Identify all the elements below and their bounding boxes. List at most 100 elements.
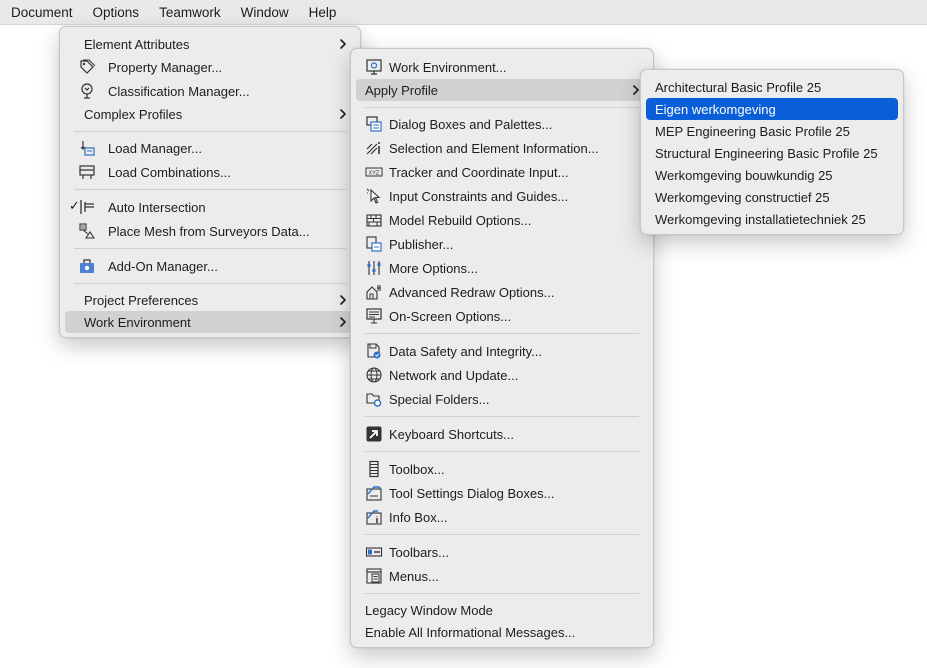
menu-item-label: Dialog Boxes and Palettes... [389, 116, 553, 132]
menu-item-label: Property Manager... [108, 59, 223, 75]
tool-settings-icon [366, 486, 382, 501]
menu-item-toolbox[interactable]: Toolbox... [356, 458, 648, 480]
menu-item-project-preferences[interactable]: Project Preferences [65, 289, 355, 311]
profile-item-label: Architectural Basic Profile 25 [655, 79, 822, 95]
menu-item-legacy-window-mode[interactable]: Legacy Window Mode [356, 599, 648, 621]
menu-item-work-environment-dialog[interactable]: Work Environment... [356, 56, 648, 78]
brick-wall-icon [366, 214, 382, 227]
chevron-right-icon [337, 294, 349, 306]
profile-item[interactable]: Werkomgeving bouwkundig 25 [646, 164, 898, 186]
menu-item-addon-manager[interactable]: Add-On Manager... [65, 255, 355, 277]
menu-item-label: Tracker and Coordinate Input... [389, 164, 569, 180]
menubar-help[interactable]: Help [299, 0, 347, 25]
menu-item-label: Auto Intersection [108, 199, 206, 215]
load-manager-icon [80, 141, 95, 156]
menu-item-more-options[interactable]: More Options... [356, 257, 648, 279]
menu-item-menus[interactable]: Menus... [356, 565, 648, 587]
menu-separator [365, 107, 639, 108]
menu-item-tracker[interactable]: XYZ Tracker and Coordinate Input... [356, 161, 648, 183]
keyboard-shortcut-icon [366, 426, 382, 442]
work-environment-submenu: Work Environment... Apply Profile Dialog… [350, 48, 654, 648]
menus-icon [366, 568, 382, 584]
menubar-document[interactable]: Document [0, 0, 83, 25]
menu-item-label: Enable All Informational Messages... [365, 624, 576, 640]
menu-item-publisher[interactable]: Publisher... [356, 233, 648, 255]
menu-item-label: Load Combinations... [108, 164, 231, 180]
menu-item-data-safety[interactable]: Data Safety and Integrity... [356, 340, 648, 362]
profile-item[interactable]: MEP Engineering Basic Profile 25 [646, 120, 898, 142]
menu-item-label: Element Attributes [84, 36, 190, 52]
profile-item-label: Werkomgeving bouwkundig 25 [655, 167, 833, 183]
menu-item-label: Input Constraints and Guides... [389, 188, 569, 204]
menu-item-keyboard-shortcuts[interactable]: Keyboard Shortcuts... [356, 423, 648, 445]
profile-item-label: Structural Engineering Basic Profile 25 [655, 145, 878, 161]
menu-item-label: Work Environment... [389, 59, 507, 75]
profile-item[interactable]: Structural Engineering Basic Profile 25 [646, 142, 898, 164]
menu-item-toolbars[interactable]: Toolbars... [356, 541, 648, 563]
selection-info-icon [366, 142, 380, 155]
sliders-icon [367, 261, 381, 275]
addon-manager-icon [80, 259, 94, 273]
menu-item-info-box[interactable]: Info Box... [356, 506, 648, 528]
menubar-options[interactable]: Options [83, 0, 150, 25]
menu-item-label: Project Preferences [84, 292, 199, 308]
menu-separator [74, 248, 346, 249]
menu-item-label: Data Safety and Integrity... [389, 343, 542, 359]
menu-item-label: Publisher... [389, 236, 454, 252]
menu-item-label: Selection and Element Information... [389, 140, 599, 156]
svg-text:XYZ: XYZ [369, 171, 380, 177]
menu-item-input-constraints[interactable]: Input Constraints and Guides... [356, 185, 648, 207]
publisher-icon [366, 236, 382, 252]
redraw-house-icon [366, 285, 381, 300]
xyz-tracker-icon: XYZ [365, 167, 383, 177]
monitor-icon [366, 308, 382, 324]
menu-item-tool-settings[interactable]: Tool Settings Dialog Boxes... [356, 482, 648, 504]
menu-item-work-environment[interactable]: Work Environment [65, 311, 355, 333]
menu-item-label: Tool Settings Dialog Boxes... [389, 485, 555, 501]
folder-gear-icon [366, 393, 382, 407]
menu-item-enable-messages[interactable]: Enable All Informational Messages... [356, 621, 648, 643]
data-safety-icon [367, 343, 381, 359]
menu-item-label: Place Mesh from Surveyors Data... [108, 223, 310, 239]
menu-item-apply-profile[interactable]: Apply Profile [356, 79, 648, 101]
profile-item[interactable]: Werkomgeving installatietechniek 25 [646, 208, 898, 230]
menu-item-model-rebuild[interactable]: Model Rebuild Options... [356, 209, 648, 231]
profile-item-label: MEP Engineering Basic Profile 25 [655, 123, 850, 139]
menu-item-onscreen[interactable]: On-Screen Options... [356, 305, 648, 327]
menu-item-label: Special Folders... [389, 391, 490, 407]
menu-separator [365, 333, 639, 334]
menu-item-load-manager[interactable]: Load Manager... [65, 137, 355, 159]
menu-item-classification-manager[interactable]: Classification Manager... [65, 80, 355, 102]
menu-item-place-mesh[interactable]: Place Mesh from Surveyors Data... [65, 220, 355, 242]
menu-item-label: Apply Profile [365, 82, 438, 98]
menu-item-redraw[interactable]: Advanced Redraw Options... [356, 281, 648, 303]
chevron-right-icon [337, 38, 349, 50]
profile-item-selected[interactable]: Eigen werkomgeving [646, 98, 898, 120]
menu-item-label: Model Rebuild Options... [389, 212, 532, 228]
auto-intersection-icon [80, 200, 94, 214]
dialog-boxes-icon [366, 116, 382, 132]
menu-separator [365, 593, 639, 594]
mesh-survey-icon [79, 223, 96, 239]
menubar-teamwork[interactable]: Teamwork [149, 0, 231, 25]
profile-item[interactable]: Werkomgeving constructief 25 [646, 186, 898, 208]
menu-item-selection-info[interactable]: Selection and Element Information... [356, 137, 648, 159]
tag-icon [80, 59, 96, 74]
info-box-icon [366, 510, 382, 525]
menubar-window[interactable]: Window [231, 0, 299, 25]
menu-item-element-attributes[interactable]: Element Attributes [65, 33, 355, 55]
work-environment-icon [366, 59, 382, 75]
profile-item-label: Werkomgeving constructief 25 [655, 189, 830, 205]
menu-item-load-combinations[interactable]: Load Combinations... [65, 161, 355, 183]
menu-item-label: More Options... [389, 260, 478, 276]
menu-item-complex-profiles[interactable]: Complex Profiles [65, 103, 355, 125]
menu-item-auto-intersection[interactable]: ✓ Auto Intersection [65, 196, 355, 218]
menu-item-label: Advanced Redraw Options... [389, 284, 555, 300]
menu-item-dialog-boxes[interactable]: Dialog Boxes and Palettes... [356, 113, 648, 135]
profile-item[interactable]: Architectural Basic Profile 25 [646, 76, 898, 98]
menu-item-label: On-Screen Options... [389, 308, 512, 324]
menu-item-network[interactable]: Network and Update... [356, 364, 648, 386]
menu-item-special-folders[interactable]: Special Folders... [356, 388, 648, 410]
menu-item-property-manager[interactable]: Property Manager... [65, 56, 355, 78]
classification-tree-icon [81, 83, 93, 99]
